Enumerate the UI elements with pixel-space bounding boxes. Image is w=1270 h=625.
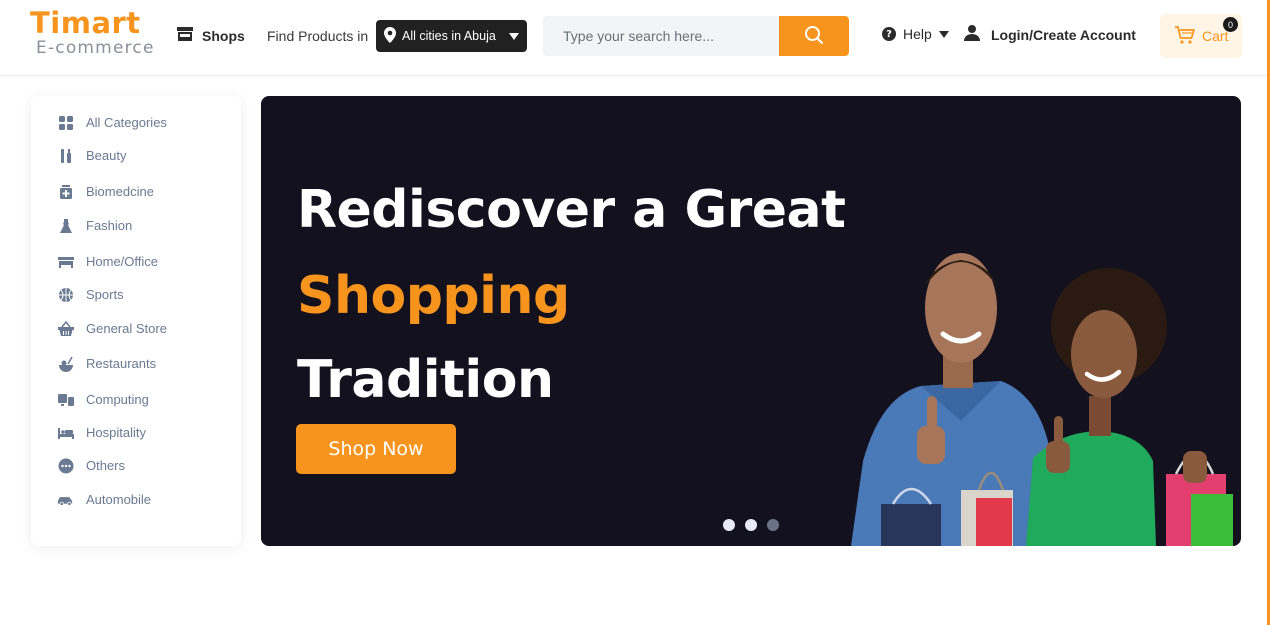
furniture-icon	[57, 253, 74, 270]
carousel-dot-3[interactable]	[767, 519, 779, 531]
logo-sub-text: E-commerce	[36, 38, 155, 58]
search-icon	[804, 25, 824, 48]
carousel-dot-1[interactable]	[723, 519, 735, 531]
grid-icon	[57, 114, 74, 131]
sidebar-item-fashion[interactable]: Fashion	[57, 217, 132, 234]
sidebar-item-computing[interactable]: Computing	[57, 391, 149, 408]
basketball-icon	[57, 286, 74, 303]
hero-title-line1: Rediscover a Great	[297, 180, 846, 240]
more-icon	[57, 457, 74, 474]
sidebar-item-hospitality[interactable]: Hospitality	[57, 424, 146, 441]
location-pin-icon	[384, 26, 396, 46]
hero-banner: Rediscover a Great Shopping Tradition Sh…	[261, 96, 1241, 546]
search-input[interactable]	[543, 16, 780, 56]
sidebar-item-others[interactable]: Others	[57, 457, 125, 474]
shops-link[interactable]: Shops	[176, 24, 245, 48]
bed-icon	[57, 424, 74, 441]
hero-title-line3: Tradition	[297, 350, 554, 410]
cart-button[interactable]: Cart 0	[1160, 14, 1242, 58]
cart-count-badge: 0	[1223, 17, 1238, 32]
sidebar-item-label: Biomedcine	[86, 184, 154, 199]
chevron-down-icon	[509, 32, 519, 40]
sidebar-item-all-categories[interactable]: All Categories	[57, 114, 167, 131]
logo[interactable]: Timart E-commerce	[30, 8, 162, 58]
sidebar-item-restaurants[interactable]: Restaurants	[57, 355, 156, 372]
sidebar-item-label: General Store	[86, 321, 167, 336]
login-label: Login/Create Account	[991, 26, 1136, 43]
sidebar-item-label: Hospitality	[86, 425, 146, 440]
help-menu[interactable]: ? Help	[882, 26, 949, 42]
help-label: Help	[903, 26, 932, 42]
sidebar-item-beauty[interactable]: Beauty	[57, 147, 126, 164]
search-button[interactable]	[779, 16, 849, 56]
find-products-label: Find Products in	[267, 28, 369, 44]
sidebar-item-biomedcine[interactable]: Biomedcine	[57, 183, 154, 200]
medicine-icon	[57, 183, 74, 200]
sidebar-item-home-office[interactable]: Home/Office	[57, 253, 158, 270]
question-icon: ?	[882, 27, 896, 41]
sidebar-item-label: Sports	[86, 287, 124, 302]
top-header: Timart E-commerce Shops Find Products in…	[0, 0, 1270, 76]
sidebar-item-general-store[interactable]: General Store	[57, 320, 167, 337]
sidebar-item-label: Home/Office	[86, 254, 159, 269]
hero-shoppers-image	[851, 253, 1233, 546]
city-label: All cities in Abuja	[402, 29, 496, 43]
user-icon	[963, 24, 981, 45]
sidebar-item-automobile[interactable]: Automobile	[57, 491, 151, 508]
category-sidebar: All Categories Beauty Biomedcine Fashion…	[31, 96, 241, 546]
hero-title-line2: Shopping	[297, 266, 570, 326]
sidebar-item-label: Beauty	[86, 148, 127, 163]
sidebar-item-sports[interactable]: Sports	[57, 286, 124, 303]
sidebar-item-label: Restaurants	[86, 356, 157, 371]
shops-label: Shops	[202, 28, 245, 44]
city-selector[interactable]: All cities in Abuja	[376, 20, 527, 52]
car-icon	[57, 491, 74, 508]
sidebar-item-label: Computing	[86, 392, 149, 407]
login-link[interactable]: Login/Create Account	[963, 24, 1136, 45]
dress-icon	[57, 217, 74, 234]
carousel-dot-2[interactable]	[745, 519, 757, 531]
cart-label: Cart	[1202, 28, 1229, 44]
carousel-dots	[723, 519, 779, 531]
chevron-down-icon	[938, 30, 949, 38]
basket-icon	[57, 320, 74, 337]
cart-icon	[1174, 25, 1196, 48]
beauty-icon	[57, 147, 74, 164]
food-icon	[57, 355, 74, 372]
sidebar-item-label: Others	[86, 458, 126, 473]
computer-icon	[57, 391, 74, 408]
store-icon	[176, 25, 194, 48]
sidebar-item-label: All Categories	[86, 115, 167, 130]
sidebar-item-label: Automobile	[86, 492, 152, 507]
sidebar-item-label: Fashion	[86, 218, 133, 233]
shop-now-button[interactable]: Shop Now	[296, 424, 456, 474]
logo-main-text: Timart	[30, 6, 141, 40]
